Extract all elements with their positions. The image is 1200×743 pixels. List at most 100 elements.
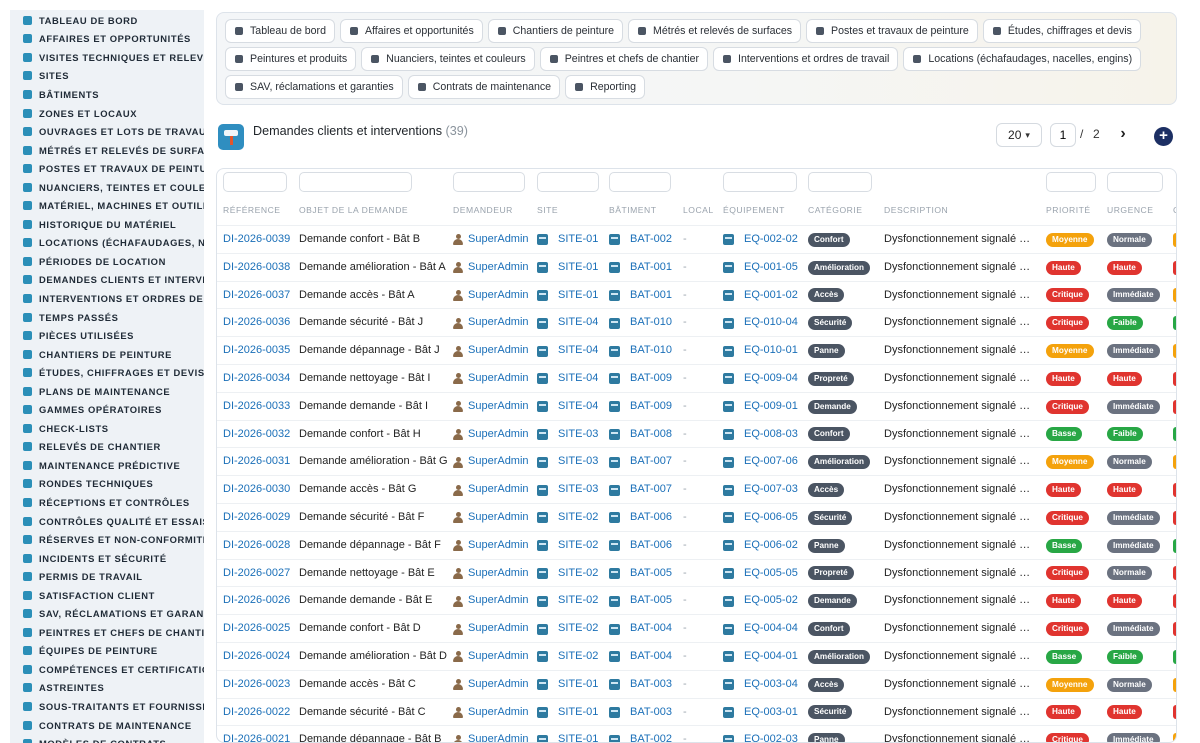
table-row[interactable]: DI-2026-0030 Demande accès - Bât G SuperAd… [217,475,1176,503]
equipement-link[interactable]: EQ-008-03 [744,421,798,449]
reference-link[interactable]: DI-2026-0024 [223,643,290,671]
demandeur-link[interactable]: SuperAdmin [468,282,529,310]
filter-objet-input[interactable] [299,172,412,192]
sidebar-item[interactable]: SAV, RÉCLAMATIONS ET GARANTIES [10,605,204,624]
sidebar-item[interactable]: CONTRÔLES QUALITÉ ET ESSAIS [10,512,204,531]
filter-categorie-input[interactable] [808,172,872,192]
reference-link[interactable]: DI-2026-0022 [223,699,290,727]
reference-link[interactable]: DI-2026-0023 [223,671,290,699]
sidebar-item[interactable]: PLANS DE MAINTENANCE [10,382,204,401]
reference-link[interactable]: DI-2026-0038 [223,254,290,282]
batiment-link[interactable]: BAT-005 [630,587,672,615]
demandeur-link[interactable]: SuperAdmin [468,671,529,699]
equipement-link[interactable]: EQ-010-04 [744,309,798,337]
equipement-link[interactable]: EQ-001-02 [744,282,798,310]
filter-equipement-input[interactable] [723,172,797,192]
batiment-link[interactable]: BAT-002 [630,226,672,254]
table-row[interactable]: DI-2026-0037 Demande accès - Bât A SuperAd… [217,280,1176,310]
site-link[interactable]: SITE-02 [558,615,598,643]
reference-link[interactable]: DI-2026-0025 [223,615,290,643]
table-row[interactable]: DI-2026-0026 Demande demande - Bât E Super… [217,586,1176,614]
site-link[interactable]: SITE-03 [558,448,598,476]
demandeur-link[interactable]: SuperAdmin [468,393,529,421]
site-link[interactable]: SITE-02 [558,643,598,671]
filter-ref-input[interactable] [223,172,287,192]
table-row[interactable]: DI-2026-0027 Demande nettoyage - Bât E Sup… [217,558,1176,588]
sidebar-item[interactable]: NUANCIERS, TEINTES ET COULEURS [10,178,204,197]
sidebar-item[interactable]: GAMMES OPÉRATOIRES [10,400,204,419]
demandeur-link[interactable]: SuperAdmin [468,254,529,282]
sidebar-item[interactable]: CHANTIERS DE PEINTURE [10,345,204,364]
demandeur-link[interactable]: SuperAdmin [468,448,529,476]
filter-site-input[interactable] [537,172,599,192]
equipement-link[interactable]: EQ-004-01 [744,643,798,671]
site-link[interactable]: SITE-03 [558,476,598,504]
sidebar-item[interactable]: POSTES ET TRAVAUX DE PEINTURE [10,159,204,178]
table-row[interactable]: DI-2026-0024 Demande amélioration - Bât D… [217,641,1176,671]
sidebar-item[interactable]: PIÈCES UTILISÉES [10,326,204,345]
site-link[interactable]: SITE-02 [558,560,598,588]
sidebar-item[interactable]: ASTREINTES [10,679,204,698]
batiment-link[interactable]: BAT-001 [630,282,672,310]
table-row[interactable]: DI-2026-0034 Demande nettoyage - Bât I Sup… [217,363,1176,392]
sidebar-item[interactable]: RONDES TECHNIQUES [10,475,204,494]
equipement-link[interactable]: EQ-006-02 [744,532,798,560]
batiment-link[interactable]: BAT-003 [630,699,672,727]
site-link[interactable]: SITE-04 [558,337,598,365]
site-link[interactable]: SITE-04 [558,309,598,337]
demandeur-link[interactable]: SuperAdmin [468,337,529,365]
demandeur-link[interactable]: SuperAdmin [468,587,529,615]
sidebar-item[interactable]: ZONES ET LOCAUX [10,104,204,123]
demandeur-link[interactable]: SuperAdmin [468,560,529,588]
table-row[interactable]: DI-2026-0022 Demande sécurité - Bât C Supe… [217,697,1176,727]
reference-link[interactable]: DI-2026-0039 [223,226,290,254]
site-link[interactable]: SITE-01 [558,226,598,254]
sidebar-item[interactable]: INTERVENTIONS ET ORDRES DE TRAVAIL [10,289,204,308]
equipement-link[interactable]: EQ-001-05 [744,254,798,282]
quick-nav-chip[interactable]: Peintres et chefs de chantier [539,47,708,71]
demandeur-link[interactable]: SuperAdmin [468,699,529,727]
col-header-local[interactable]: LOCAL [683,205,714,215]
filter-demandeur-input[interactable] [453,172,525,192]
sidebar-item[interactable]: PÉRIODES DE LOCATION [10,252,204,271]
col-header-objet[interactable]: OBJET DE LA DEMANDE [299,205,408,215]
reference-link[interactable]: DI-2026-0029 [223,504,290,532]
demandeur-link[interactable]: SuperAdmin [468,504,529,532]
quick-nav-chip[interactable]: Reporting [565,75,645,99]
reference-link[interactable]: DI-2026-0032 [223,421,290,449]
table-row[interactable]: DI-2026-0025 Demande confort - Bât D Super… [217,614,1176,642]
demandeur-link[interactable]: SuperAdmin [468,476,529,504]
demandeur-link[interactable]: SuperAdmin [468,615,529,643]
batiment-link[interactable]: BAT-004 [630,643,672,671]
demandeur-link[interactable]: SuperAdmin [468,726,529,742]
table-row[interactable]: DI-2026-0028 Demande dépannage - Bât F Sup… [217,530,1176,560]
col-header-description[interactable]: DESCRIPTION [884,205,948,215]
equipement-link[interactable]: EQ-010-01 [744,337,798,365]
demandeur-link[interactable]: SuperAdmin [468,421,529,449]
sidebar-item[interactable]: COMPÉTENCES ET CERTIFICATIONS [10,660,204,679]
col-header-batiment[interactable]: BÂTIMENT [609,205,656,215]
site-link[interactable]: SITE-01 [558,254,598,282]
site-link[interactable]: SITE-01 [558,282,598,310]
equipement-link[interactable]: EQ-003-04 [744,671,798,699]
sidebar-item[interactable]: BÂTIMENTS [10,85,204,104]
quick-nav-chip[interactable]: Études, chiffrages et devis [982,19,1141,43]
sidebar-item[interactable]: HISTORIQUE DU MATÉRIEL [10,215,204,234]
sidebar-item[interactable]: RÉCEPTIONS ET CONTRÔLES [10,493,204,512]
sidebar-item[interactable]: SATISFACTION CLIENT [10,586,204,605]
equipement-link[interactable]: EQ-007-03 [744,476,798,504]
col-header-next[interactable]: C [1173,205,1176,215]
batiment-link[interactable]: BAT-003 [630,671,672,699]
quick-nav-chip[interactable]: Interventions et ordres de travail [713,47,899,71]
table-row[interactable]: DI-2026-0036 Demande sécurité - Bât J Supe… [217,308,1176,336]
batiment-link[interactable]: BAT-009 [630,393,672,421]
col-header-urgence[interactable]: URGENCE [1107,205,1153,215]
reference-link[interactable]: DI-2026-0035 [223,337,290,365]
quick-nav-chip[interactable]: Tableau de bord [225,19,335,43]
sidebar-item[interactable]: VISITES TECHNIQUES ET RELEVÉS [10,48,204,67]
demandeur-link[interactable]: SuperAdmin [468,532,529,560]
reference-link[interactable]: DI-2026-0027 [223,560,290,588]
sidebar-item[interactable]: RELEVÉS DE CHANTIER [10,438,204,457]
site-link[interactable]: SITE-02 [558,587,598,615]
table-row[interactable]: DI-2026-0031 Demande amélioration - Bât G… [217,447,1176,475]
